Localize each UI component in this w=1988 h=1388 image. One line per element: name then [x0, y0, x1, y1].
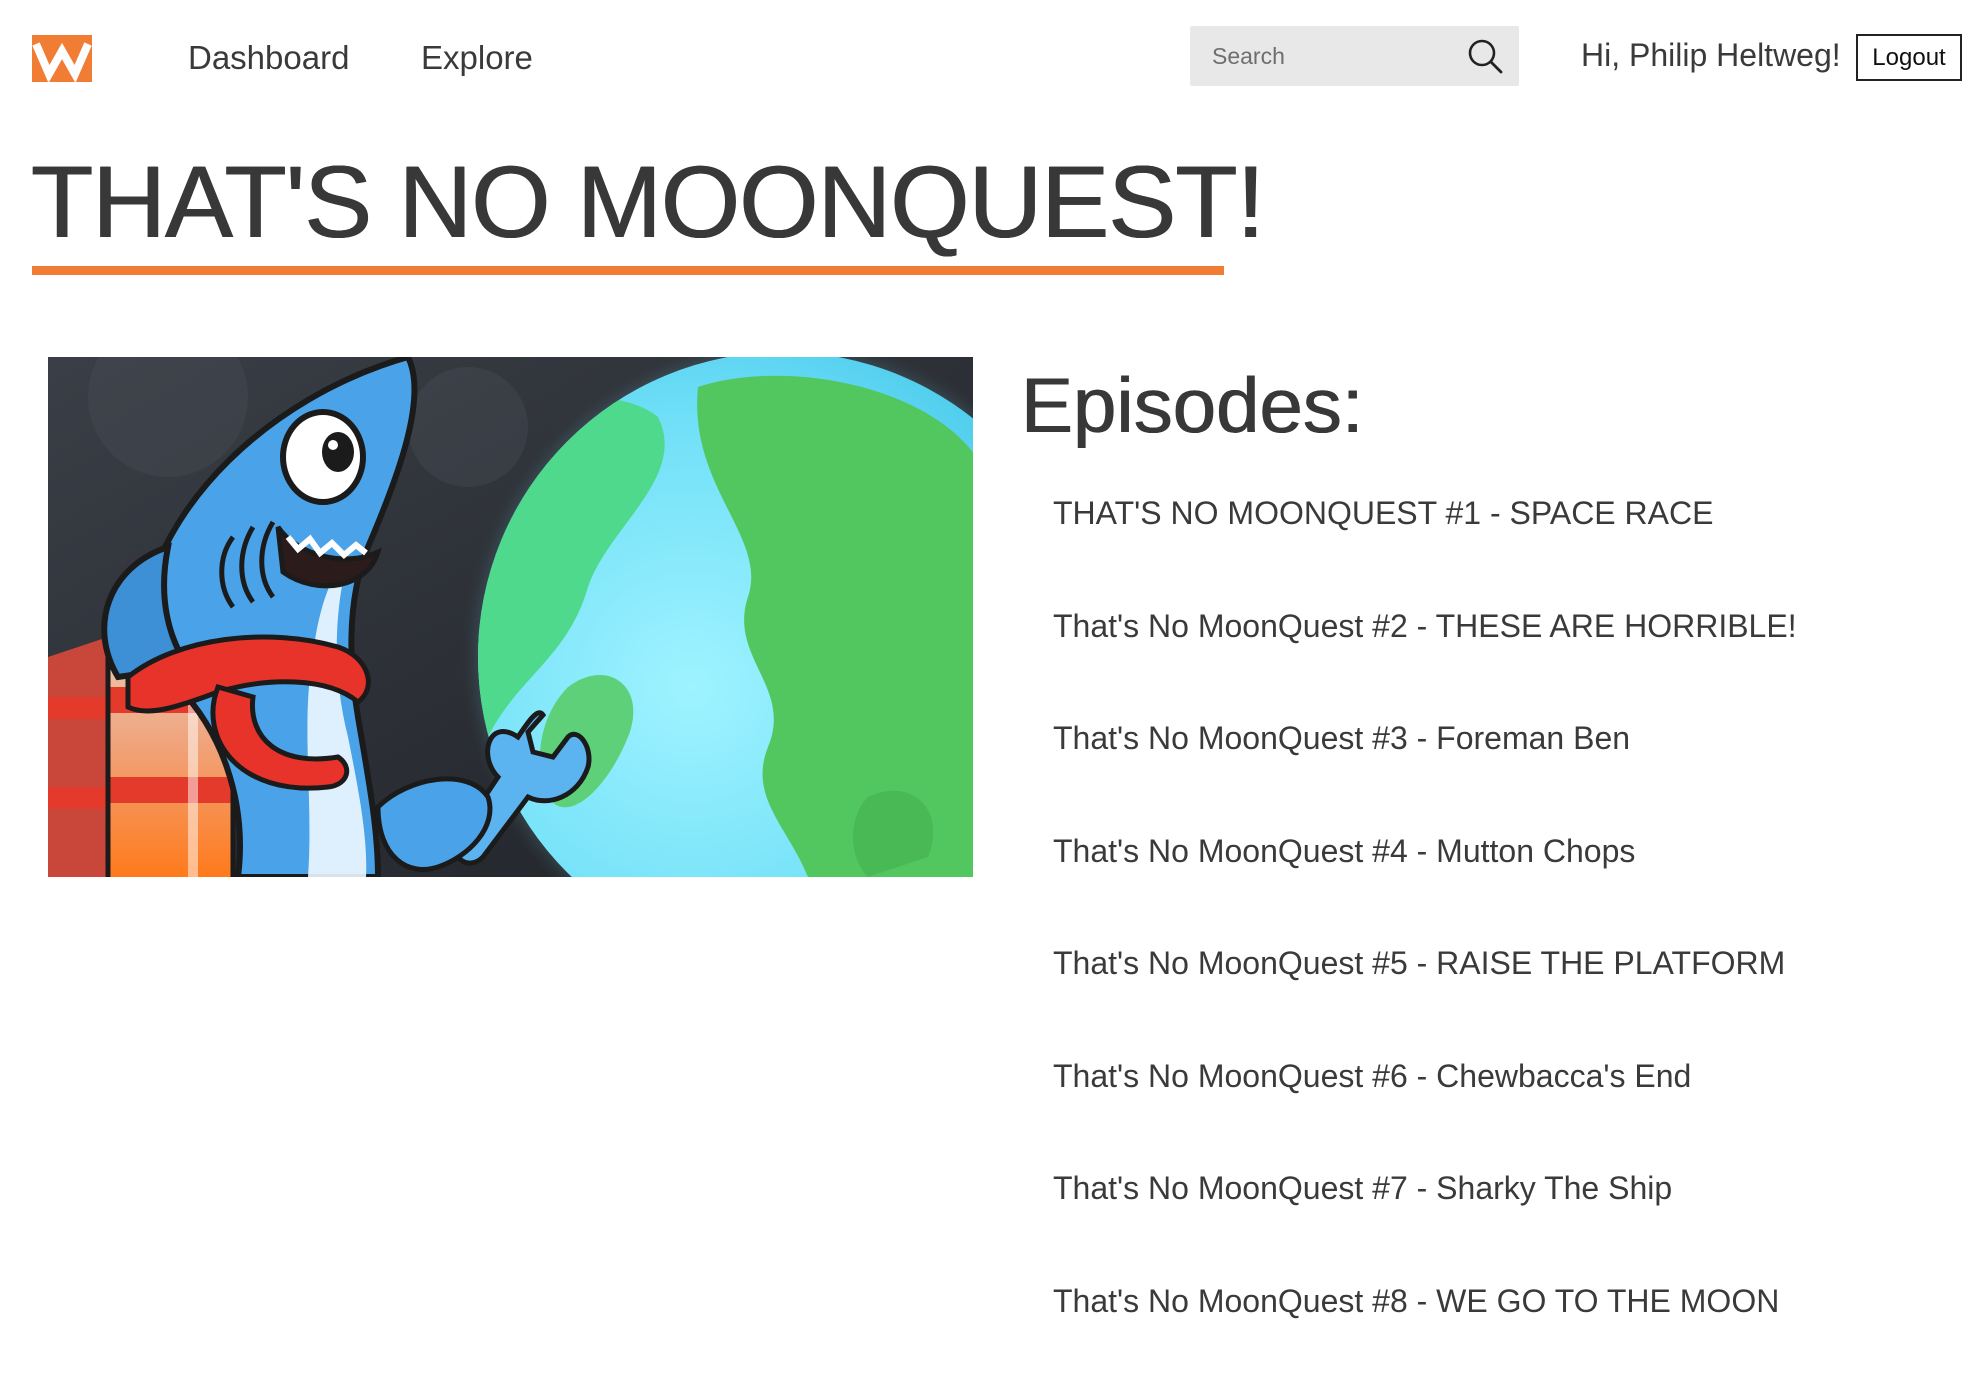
episode-link-2[interactable]: That's No MoonQuest #2 - THESE ARE HORRI…	[1053, 601, 1797, 651]
episodes-heading: Episodes:	[1021, 359, 1364, 451]
list-item: THAT'S NO MOONQUEST #1 - SPACE RACE	[1053, 488, 1797, 601]
episode-link-6[interactable]: That's No MoonQuest #6 - Chewbacca's End	[1053, 1051, 1691, 1101]
list-item: That's No MoonQuest #5 - RAISE THE PLATF…	[1053, 938, 1797, 1051]
episode-link-3[interactable]: That's No MoonQuest #3 - Foreman Ben	[1053, 713, 1630, 763]
episode-link-8[interactable]: That's No MoonQuest #8 - WE GO TO THE MO…	[1053, 1276, 1779, 1326]
search-input[interactable]	[1190, 26, 1450, 86]
list-item: That's No MoonQuest #3 - Foreman Ben	[1053, 713, 1797, 826]
list-item: That's No MoonQuest #6 - Chewbacca's End	[1053, 1051, 1797, 1164]
page-title: THAT'S NO MOONQUEST!	[31, 142, 1264, 262]
list-item: That's No MoonQuest #2 - THESE ARE HORRI…	[1053, 601, 1797, 714]
search-icon[interactable]	[1467, 38, 1503, 74]
cover-illustration	[48, 357, 973, 877]
w-logo-icon-graphic	[32, 35, 92, 82]
episode-list: THAT'S NO MOONQUEST #1 - SPACE RACE That…	[1053, 488, 1797, 1388]
top-navigation-bar: Dashboard Explore Hi, Philip Heltweg! Lo…	[0, 0, 1988, 115]
nav-dashboard-link[interactable]: Dashboard	[188, 36, 349, 80]
episode-link-1[interactable]: THAT'S NO MOONQUEST #1 - SPACE RACE	[1053, 488, 1713, 538]
nav-explore-link[interactable]: Explore	[421, 36, 533, 80]
list-item: That's No MoonQuest #4 - Mutton Chops	[1053, 826, 1797, 939]
search-box	[1190, 26, 1519, 86]
user-greeting: Hi, Philip Heltweg!	[1581, 35, 1841, 75]
logout-button[interactable]: Logout	[1856, 34, 1962, 81]
episode-link-5[interactable]: That's No MoonQuest #5 - RAISE THE PLATF…	[1053, 938, 1785, 988]
episode-link-4[interactable]: That's No MoonQuest #4 - Mutton Chops	[1053, 826, 1635, 876]
list-item: That's No MoonQuest #7 - Sharky The Ship	[1053, 1163, 1797, 1276]
w-logo-icon[interactable]	[32, 35, 92, 82]
shark-astronaut-earth-cover	[48, 357, 973, 877]
list-item: That's No MoonQuest #8 - WE GO TO THE MO…	[1053, 1276, 1797, 1388]
title-underline	[32, 266, 1224, 275]
episode-link-7[interactable]: That's No MoonQuest #7 - Sharky The Ship	[1053, 1163, 1672, 1213]
